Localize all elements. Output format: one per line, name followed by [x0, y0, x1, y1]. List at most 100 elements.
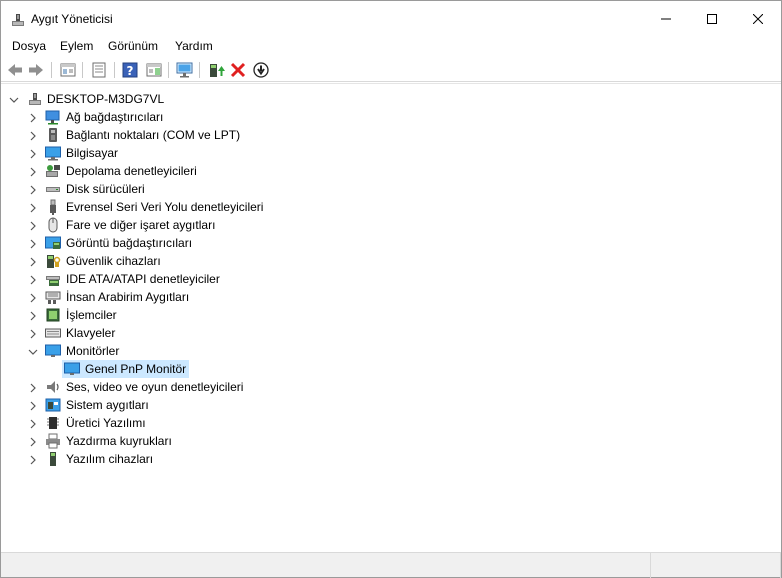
- tree-category-disk-drives[interactable]: Disk sürücüleri: [1, 180, 781, 198]
- tree-category-ide-controllers[interactable]: IDE ATA/ATAPI denetleyiciler: [1, 270, 781, 288]
- chevron-right-icon[interactable]: [28, 400, 38, 411]
- toolbar-separator: [114, 62, 115, 78]
- tree-category-processors[interactable]: İşlemciler: [1, 306, 781, 324]
- tree-root[interactable]: DESKTOP-M3DG7VL: [1, 90, 781, 108]
- display-adapter-icon: [45, 235, 61, 251]
- security-device-icon: [45, 253, 61, 269]
- tree-category-label: Evrensel Seri Veri Yolu denetleyicileri: [66, 200, 264, 214]
- action-pane-icon[interactable]: [145, 61, 163, 79]
- tree-root-label: DESKTOP-M3DG7VL: [47, 92, 165, 106]
- chevron-right-icon[interactable]: [28, 184, 38, 195]
- processor-icon: [45, 307, 61, 323]
- chevron-right-icon[interactable]: [28, 256, 38, 267]
- tree-category-security-devices[interactable]: Güvenlik cihazları: [1, 252, 781, 270]
- back-arrow-icon[interactable]: [6, 61, 24, 79]
- properties-icon[interactable]: [90, 61, 108, 79]
- tree-category-label: Görüntü bağdaştırıcıları: [66, 236, 193, 250]
- chevron-right-icon[interactable]: [28, 166, 38, 177]
- chevron-right-icon[interactable]: [28, 220, 38, 231]
- tree-category-keyboards[interactable]: Klavyeler: [1, 324, 781, 342]
- network-adapter-icon: [45, 109, 61, 125]
- chevron-right-icon[interactable]: [28, 382, 38, 393]
- monitor-icon: [64, 361, 80, 377]
- tree-category-label: Sistem aygıtları: [66, 398, 149, 412]
- tree-category-monitors[interactable]: Monitörler: [1, 342, 781, 360]
- disk-drive-icon: [45, 181, 61, 197]
- tree-category-label: Ağ bağdaştırıcıları: [66, 110, 164, 124]
- tree-category-display-adapters[interactable]: Görüntü bağdaştırıcıları: [1, 234, 781, 252]
- chevron-right-icon[interactable]: [28, 418, 38, 429]
- system-device-icon: [45, 397, 61, 413]
- forward-arrow-icon[interactable]: [27, 61, 45, 79]
- chevron-down-icon[interactable]: [9, 94, 19, 104]
- hid-icon: [45, 289, 61, 305]
- chevron-right-icon[interactable]: [28, 202, 38, 213]
- tree-category-label: Bilgisayar: [66, 146, 119, 160]
- minimize-button[interactable]: [643, 1, 689, 36]
- chevron-right-icon[interactable]: [28, 238, 38, 249]
- tree-category-label: Üretici Yazılımı: [66, 416, 146, 430]
- tree-category-label: Klavyeler: [66, 326, 116, 340]
- menu-view[interactable]: Görünüm: [108, 39, 158, 53]
- ide-controller-icon: [45, 271, 61, 287]
- usb-icon: [45, 199, 61, 215]
- toolbar-separator: [51, 62, 52, 78]
- tree-category-computer[interactable]: Bilgisayar: [1, 144, 781, 162]
- tree-category-label: Yazılım cihazları: [66, 452, 154, 466]
- close-button[interactable]: [735, 1, 781, 36]
- software-device-icon: [45, 451, 61, 467]
- storage-controller-icon: [45, 163, 61, 179]
- tree-category-system-devices[interactable]: Sistem aygıtları: [1, 396, 781, 414]
- computer-monitor-icon: [45, 145, 61, 161]
- tree-category-sound[interactable]: Ses, video ve oyun denetleyicileri: [1, 378, 781, 396]
- show-hide-console-tree-icon[interactable]: [59, 61, 77, 79]
- chevron-right-icon[interactable]: [28, 454, 38, 465]
- chevron-down-icon[interactable]: [28, 346, 38, 356]
- update-driver-icon[interactable]: [207, 61, 225, 79]
- tree-category-hid[interactable]: İnsan Arabirim Aygıtları: [1, 288, 781, 306]
- tree-category-software-devices[interactable]: Yazılım cihazları: [1, 450, 781, 468]
- disable-device-icon[interactable]: [252, 61, 270, 79]
- tree-category-ports[interactable]: Bağlantı noktaları (COM ve LPT): [1, 126, 781, 144]
- scan-hardware-icon[interactable]: [176, 61, 194, 79]
- chevron-right-icon[interactable]: [28, 328, 38, 339]
- chevron-right-icon[interactable]: [28, 130, 38, 141]
- tree-category-mice[interactable]: Fare ve diğer işaret aygıtları: [1, 216, 781, 234]
- tree-category-firmware[interactable]: Üretici Yazılımı: [1, 414, 781, 432]
- tree-category-network-adapters[interactable]: Ağ bağdaştırıcıları: [1, 108, 781, 126]
- port-icon: [45, 127, 61, 143]
- tree-category-label: İnsan Arabirim Aygıtları: [66, 290, 190, 304]
- chevron-right-icon[interactable]: [28, 436, 38, 447]
- menu-help[interactable]: Yardım: [175, 39, 213, 53]
- tree-category-label: Bağlantı noktaları (COM ve LPT): [66, 128, 241, 142]
- printer-icon: [45, 433, 61, 449]
- chevron-right-icon[interactable]: [28, 274, 38, 285]
- help-icon[interactable]: ?: [121, 61, 139, 79]
- device-manager-window: Aygıt Yöneticisi Dosya Eylem Görünüm Yar…: [0, 0, 782, 578]
- toolbar: ?: [1, 58, 781, 82]
- keyboard-icon: [45, 325, 61, 341]
- tree-category-label: Güvenlik cihazları: [66, 254, 161, 268]
- tree-category-label: Monitörler: [66, 344, 120, 358]
- uninstall-device-icon[interactable]: [229, 61, 247, 79]
- maximize-button[interactable]: [689, 1, 735, 36]
- monitor-icon: [45, 343, 61, 359]
- mouse-icon: [45, 217, 61, 233]
- firmware-chip-icon: [45, 415, 61, 431]
- chevron-right-icon[interactable]: [28, 310, 38, 321]
- computer-root-icon: [27, 91, 43, 107]
- tree-category-label: Yazdırma kuyrukları: [66, 434, 172, 448]
- chevron-right-icon[interactable]: [28, 292, 38, 303]
- tree-category-print-queues[interactable]: Yazdırma kuyrukları: [1, 432, 781, 450]
- tree-category-usb-controllers[interactable]: Evrensel Seri Veri Yolu denetleyicileri: [1, 198, 781, 216]
- tree-device-generic-pnp-monitor[interactable]: Genel PnP Monitör: [1, 360, 781, 378]
- tree-category-label: IDE ATA/ATAPI denetleyiciler: [66, 272, 220, 286]
- tree-category-storage-controllers[interactable]: Depolama denetleyicileri: [1, 162, 781, 180]
- menu-bar: Dosya Eylem Görünüm Yardım: [1, 36, 781, 57]
- menu-action[interactable]: Eylem: [60, 39, 93, 53]
- toolbar-separator: [199, 62, 200, 78]
- chevron-right-icon[interactable]: [28, 148, 38, 159]
- tree-category-label: Ses, video ve oyun denetleyicileri: [66, 380, 244, 394]
- menu-file[interactable]: Dosya: [12, 39, 46, 53]
- chevron-right-icon[interactable]: [28, 112, 38, 123]
